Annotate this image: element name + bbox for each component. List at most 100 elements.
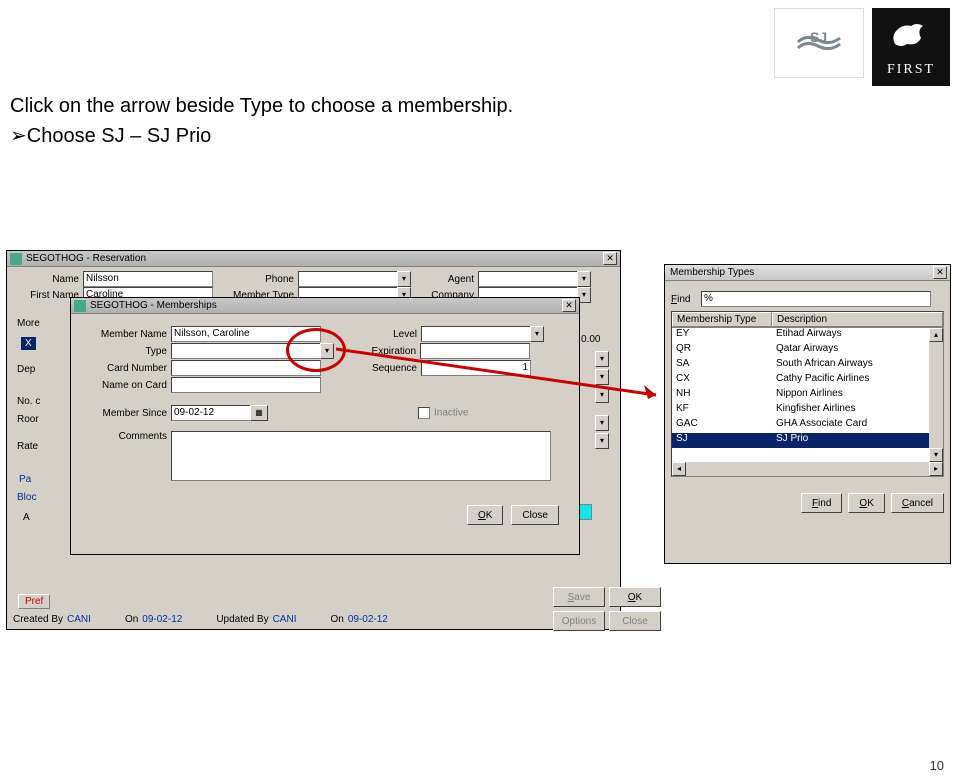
memberships-title: SEGOTHOG - Memberships xyxy=(90,300,217,311)
scroll-left-icon[interactable]: ◂ xyxy=(672,462,686,476)
expiration-input[interactable] xyxy=(420,343,530,359)
col-type[interactable]: Membership Type xyxy=(672,312,772,327)
types-row[interactable]: GACGHA Associate Card xyxy=(672,418,943,433)
inactive-label: Inactive xyxy=(434,408,468,419)
phone-input[interactable] xyxy=(298,271,398,287)
membername-input[interactable]: Nilsson, Caroline xyxy=(171,326,321,342)
pref-tab[interactable]: Pref xyxy=(18,594,50,609)
comments-label: Comments xyxy=(81,431,171,442)
vertical-scrollbar[interactable]: ▴ ▾ xyxy=(929,328,943,462)
pa-label: Pa xyxy=(19,474,31,485)
name-label: Name xyxy=(13,274,83,285)
close-icon[interactable]: ✕ xyxy=(603,252,617,265)
ok-button[interactable]: OK xyxy=(467,505,503,525)
membersince-label: Member Since xyxy=(81,408,171,419)
types-row[interactable]: EYEtihad Airways xyxy=(672,328,943,343)
page-number: 10 xyxy=(930,758,944,773)
window-icon xyxy=(74,300,86,312)
amount-label: 0.00 xyxy=(581,334,600,345)
types-list: Membership Type Description EYEtihad Air… xyxy=(671,311,944,477)
save-button[interactable]: Save xyxy=(553,587,605,607)
type-dropdown[interactable]: ▾ xyxy=(320,343,334,359)
side-dropdown-5[interactable]: ▾ xyxy=(595,433,609,449)
types-row[interactable]: CXCathy Pacific Airlines xyxy=(672,373,943,388)
inactive-checkbox[interactable]: Inactive xyxy=(418,407,468,419)
instruction-text-2-content: Choose SJ – SJ Prio xyxy=(27,125,212,147)
scroll-up-icon[interactable]: ▴ xyxy=(929,328,943,342)
side-dropdown-2[interactable]: ▾ xyxy=(595,369,609,385)
close-button[interactable]: Close xyxy=(511,505,559,525)
rat-label: Rate xyxy=(17,441,38,452)
level-label: Level xyxy=(321,329,421,340)
on1-value: 09-02-12 xyxy=(142,614,182,625)
level-dropdown[interactable]: ▾ xyxy=(530,326,544,342)
phone-dropdown[interactable]: ▾ xyxy=(397,271,411,287)
close-icon[interactable]: ✕ xyxy=(933,266,947,279)
scroll-right-icon[interactable]: ▸ xyxy=(929,462,943,476)
dep-label: Dep xyxy=(17,364,35,375)
name-input[interactable]: Nilsson xyxy=(83,271,213,287)
nameoncard-input[interactable] xyxy=(171,377,321,393)
scroll-down-icon[interactable]: ▾ xyxy=(929,448,943,462)
horizontal-scrollbar[interactable]: ◂ ▸ xyxy=(672,462,943,476)
expiration-label: Expiration xyxy=(334,346,420,357)
createdby-value: CANI xyxy=(67,614,91,625)
side-dropdown-1[interactable]: ▾ xyxy=(595,351,609,367)
no-label: No. c xyxy=(17,396,40,407)
cancel-button[interactable]: Cancel xyxy=(891,493,944,513)
calendar-icon[interactable]: ▦ xyxy=(250,405,268,421)
bullet-icon: ➢ xyxy=(10,125,27,147)
side-dropdown-3[interactable]: ▾ xyxy=(595,387,609,403)
types-row[interactable]: SASouth African Airways xyxy=(672,358,943,373)
instruction-text-1: Click on the arrow beside Type to choose… xyxy=(10,95,513,118)
x-label: X xyxy=(21,337,36,350)
on1-label: On xyxy=(125,614,138,625)
cardnumber-label: Card Number xyxy=(81,363,171,374)
close-icon[interactable]: ✕ xyxy=(562,299,576,312)
roo-label: Roor xyxy=(17,414,39,425)
agent-input[interactable] xyxy=(478,271,578,287)
instruction-text-2: ➢Choose SJ – SJ Prio xyxy=(10,123,211,148)
ok-button[interactable]: OK xyxy=(609,587,661,607)
a-label: A xyxy=(23,512,30,523)
level-input[interactable] xyxy=(421,326,531,342)
agent-dropdown[interactable]: ▾ xyxy=(577,271,591,287)
side-dropdown-4[interactable]: ▾ xyxy=(595,415,609,431)
window-icon xyxy=(10,253,22,265)
find-input[interactable]: % xyxy=(701,291,931,307)
membership-types-window: Membership Types ✕ Find % Membership Typ… xyxy=(664,264,951,564)
ok-button[interactable]: OK xyxy=(848,493,884,513)
options-button[interactable]: Options xyxy=(553,611,605,631)
reservation-title: SEGOTHOG - Reservation xyxy=(26,253,146,264)
blo-label: Bloc xyxy=(17,492,36,503)
membersince-input[interactable]: 09-02-12 xyxy=(171,405,251,421)
types-title: Membership Types xyxy=(670,267,754,278)
memberships-titlebar[interactable]: SEGOTHOG - Memberships ✕ xyxy=(71,298,579,314)
sj-logo: SJ xyxy=(774,8,864,78)
nameoncard-label: Name on Card xyxy=(81,380,171,391)
close-button[interactable]: Close xyxy=(609,611,661,631)
updatedby-label: Updated By xyxy=(216,614,268,625)
membername-label: Member Name xyxy=(81,329,171,340)
types-row[interactable]: KFKingfisher Airlines xyxy=(672,403,943,418)
memberships-window: SEGOTHOG - Memberships ✕ Member Name Nil… xyxy=(70,297,580,555)
types-header: Membership Type Description xyxy=(672,312,943,328)
sequence-input[interactable]: 1 xyxy=(421,360,531,376)
on2-label: On xyxy=(330,614,343,625)
updatedby-value: CANI xyxy=(273,614,297,625)
cardnumber-input[interactable] xyxy=(171,360,321,376)
col-desc[interactable]: Description xyxy=(772,312,943,327)
reservation-titlebar[interactable]: SEGOTHOG - Reservation ✕ xyxy=(7,251,620,267)
types-row[interactable]: SJSJ Prio xyxy=(672,433,943,448)
type-input[interactable] xyxy=(171,343,321,359)
types-row[interactable]: QRQatar Airways xyxy=(672,343,943,358)
createdby-label: Created By xyxy=(13,614,63,625)
first-logo: FIRST xyxy=(872,8,950,86)
comments-input[interactable] xyxy=(171,431,551,481)
agent-label: Agent xyxy=(428,274,478,285)
types-titlebar[interactable]: Membership Types ✕ xyxy=(665,265,950,281)
types-row[interactable]: NHNippon Airlines xyxy=(672,388,943,403)
find-button[interactable]: Find xyxy=(801,493,842,513)
sequence-label: Sequence xyxy=(321,363,421,374)
more-label: More xyxy=(17,318,40,329)
